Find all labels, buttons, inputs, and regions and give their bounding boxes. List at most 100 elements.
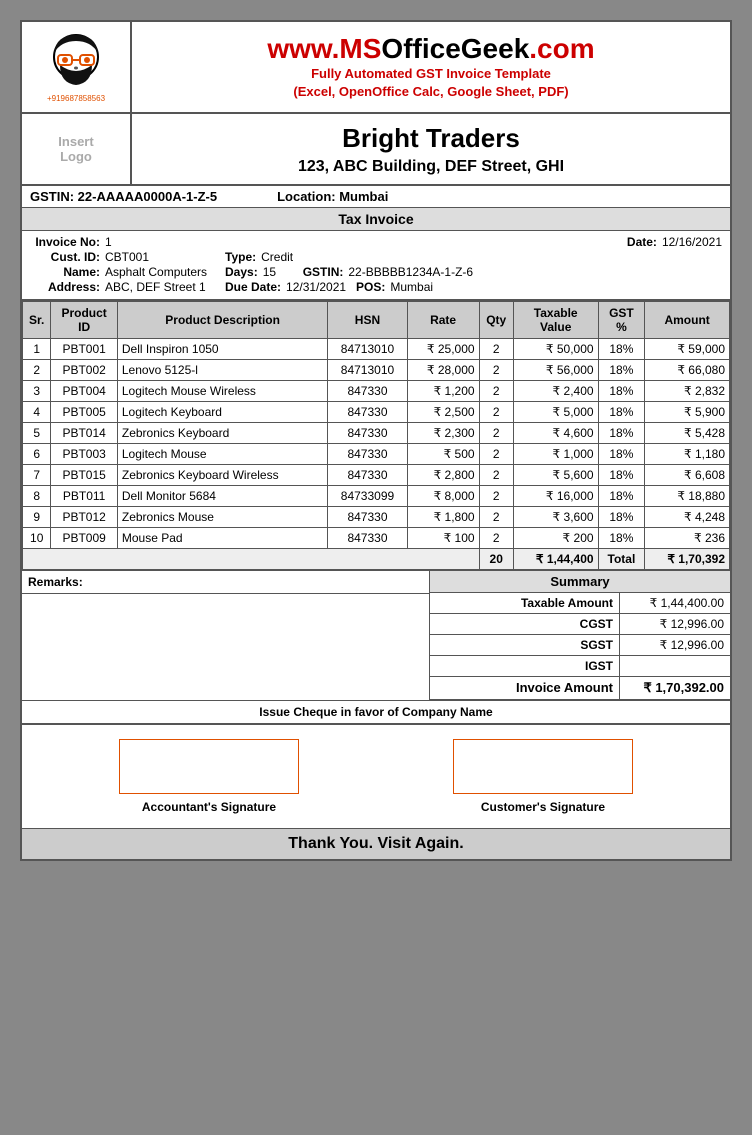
header-title-block: www.MSOfficeGeek.com Fully Automated GST… (132, 22, 730, 112)
logo-icon (46, 31, 106, 91)
summary-cgst-label: CGST (430, 614, 620, 634)
cell-prod-id: PBT012 (51, 507, 117, 528)
cell-amount: ₹ 18,880 (645, 486, 730, 507)
gstin-text: GSTIN: 22-AAAAA0000A-1-Z-5 (30, 189, 217, 204)
site-subtitle: Fully Automated GST Invoice Template (Ex… (293, 65, 568, 101)
cell-prod-id: PBT015 (51, 465, 117, 486)
cell-desc: Zebronics Mouse (117, 507, 327, 528)
cell-prod-id: PBT003 (51, 444, 117, 465)
total-amount: ₹ 1,70,392 (645, 549, 730, 570)
cell-desc: Logitech Mouse Wireless (117, 381, 327, 402)
cell-qty: 2 (479, 402, 513, 423)
inv-number-label: Invoice No: (30, 235, 105, 249)
summary-invoice-value: ₹ 1,70,392.00 (620, 677, 730, 699)
inv-pos-label: POS: (356, 280, 390, 294)
cell-gst: 18% (598, 423, 645, 444)
company-name-block: Bright Traders 123, ABC Building, DEF St… (132, 114, 730, 184)
cell-taxable: ₹ 1,000 (513, 444, 598, 465)
site-title: www.MSOfficeGeek.com (267, 33, 594, 65)
summary-igst-value (620, 656, 730, 676)
cell-rate: ₹ 25,000 (407, 339, 479, 360)
site-title-office: Office (381, 33, 460, 64)
cell-amount: ₹ 66,080 (645, 360, 730, 381)
footer-text: Thank You. Visit Again. (22, 828, 730, 859)
cell-taxable: ₹ 16,000 (513, 486, 598, 507)
cell-gst: 18% (598, 465, 645, 486)
summary-cgst-row: CGST ₹ 12,996.00 (430, 614, 730, 635)
cell-sr: 4 (23, 402, 51, 423)
remarks-label: Remarks: (22, 571, 429, 594)
inv-pos-value: Mumbai (390, 280, 433, 294)
cell-taxable: ₹ 5,000 (513, 402, 598, 423)
cell-hsn: 847330 (328, 402, 407, 423)
customer-sig-label: Customer's Signature (481, 800, 605, 814)
company-section: InsertLogo Bright Traders 123, ABC Build… (22, 114, 730, 186)
cell-rate: ₹ 100 (407, 528, 479, 549)
header-section: +919687858563 www.MSOfficeGeek.com Fully… (22, 22, 730, 114)
inv-duedate-label: Due Date: (225, 280, 286, 294)
cell-taxable: ₹ 200 (513, 528, 598, 549)
cell-gst: 18% (598, 507, 645, 528)
cell-desc: Zebronics Keyboard (117, 423, 327, 444)
inv-type-label: Type: (225, 250, 261, 264)
inv-row-3: Name: Asphalt Computers Days: 15 GSTIN: … (30, 265, 722, 279)
cell-hsn: 847330 (328, 465, 407, 486)
table-row: 6 PBT003 Logitech Mouse 847330 ₹ 500 2 ₹… (23, 444, 730, 465)
cell-qty: 2 (479, 381, 513, 402)
summary-sgst-row: SGST ₹ 12,996.00 (430, 635, 730, 656)
cell-amount: ₹ 5,900 (645, 402, 730, 423)
subtitle-line2: (Excel, OpenOffice Calc, Google Sheet, P… (293, 83, 568, 101)
summary-igst-row: IGST (430, 656, 730, 677)
table-row: 1 PBT001 Dell Inspiron 1050 84713010 ₹ 2… (23, 339, 730, 360)
cell-rate: ₹ 2,800 (407, 465, 479, 486)
cell-qty: 2 (479, 360, 513, 381)
col-rate: Rate (407, 302, 479, 339)
customer-sig-box (453, 739, 633, 794)
site-title-geek: Geek (461, 33, 530, 64)
cell-rate: ₹ 1,200 (407, 381, 479, 402)
inv-addr-label: Address: (30, 280, 105, 294)
inv-name-label: Name: (30, 265, 105, 279)
cell-amount: ₹ 2,832 (645, 381, 730, 402)
table-row: 7 PBT015 Zebronics Keyboard Wireless 847… (23, 465, 730, 486)
gstin-row: GSTIN: 22-AAAAA0000A-1-Z-5 Location: Mum… (22, 186, 730, 208)
remarks-content[interactable] (22, 594, 429, 674)
inv-duedate-value: 12/31/2021 (286, 280, 356, 294)
cell-gst: 18% (598, 528, 645, 549)
cell-amount: ₹ 5,428 (645, 423, 730, 444)
cell-qty: 2 (479, 528, 513, 549)
col-qty: Qty (479, 302, 513, 339)
table-row: 3 PBT004 Logitech Mouse Wireless 847330 … (23, 381, 730, 402)
cheque-text: Issue Cheque in favor of Company Name (22, 701, 730, 723)
cell-taxable: ₹ 4,600 (513, 423, 598, 444)
col-prod-id: ProductID (51, 302, 117, 339)
cell-gst: 18% (598, 339, 645, 360)
table-row: 10 PBT009 Mouse Pad 847330 ₹ 100 2 ₹ 200… (23, 528, 730, 549)
cell-sr: 5 (23, 423, 51, 444)
cell-rate: ₹ 1,800 (407, 507, 479, 528)
cell-gst: 18% (598, 486, 645, 507)
cell-gst: 18% (598, 381, 645, 402)
inv-number-value: 1 (105, 235, 225, 249)
cell-desc: Zebronics Keyboard Wireless (117, 465, 327, 486)
summary-taxable-value: ₹ 1,44,400.00 (620, 593, 730, 613)
total-label: Total (598, 549, 645, 570)
subtitle-line1: Fully Automated GST Invoice Template (293, 65, 568, 83)
cell-amount: ₹ 236 (645, 528, 730, 549)
cell-hsn: 84713010 (328, 360, 407, 381)
items-tbody: 1 PBT001 Dell Inspiron 1050 84713010 ₹ 2… (23, 339, 730, 549)
total-taxable: ₹ 1,44,400 (513, 549, 598, 570)
inv-date-value: 12/16/2021 (662, 235, 722, 249)
cell-taxable: ₹ 5,600 (513, 465, 598, 486)
cell-hsn: 847330 (328, 444, 407, 465)
summary-sgst-value: ₹ 12,996.00 (620, 635, 730, 655)
summary-cgst-value: ₹ 12,996.00 (620, 614, 730, 634)
cell-sr: 9 (23, 507, 51, 528)
cell-rate: ₹ 500 (407, 444, 479, 465)
cheque-row: Issue Cheque in favor of Company Name (22, 700, 730, 724)
cell-taxable: ₹ 56,000 (513, 360, 598, 381)
cell-sr: 7 (23, 465, 51, 486)
col-sr: Sr. (23, 302, 51, 339)
cell-hsn: 847330 (328, 381, 407, 402)
company-name: Bright Traders (342, 123, 520, 154)
